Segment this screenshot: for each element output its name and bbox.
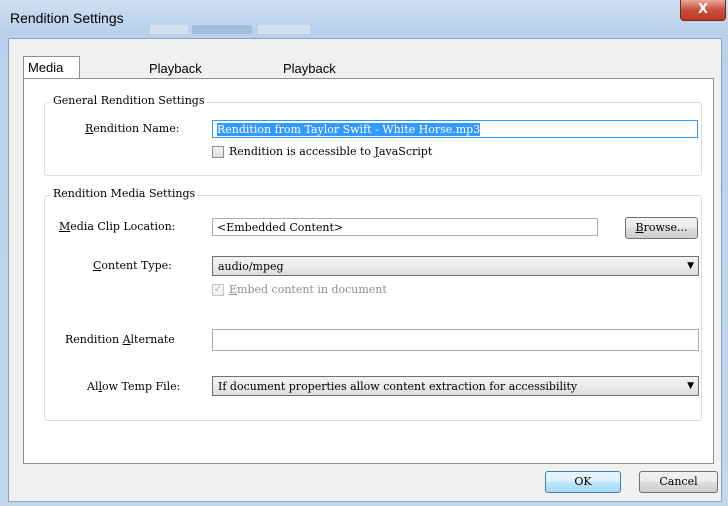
media-clip-location-label: Media Clip Location: [59,220,176,233]
rendition-name-input[interactable]: Rendition from Taylor Swift - White Hors… [212,120,698,138]
rendition-settings-window: Rendition Settings X Media Settings Play… [0,0,728,506]
embed-content-label: Embed content in document [229,283,387,296]
title-bar[interactable]: Rendition Settings X [0,0,728,38]
ok-button[interactable]: OK [545,471,621,493]
background-blur [258,25,310,34]
dialog-client: Media Settings Playback Settings Playbac… [8,38,722,502]
general-rendition-group: General Rendition Settings Rendition Nam… [44,94,702,176]
javascript-accessible-label[interactable]: Rendition is accessible to JavaScript [229,145,432,158]
chevron-down-icon: ▼ [687,381,694,391]
window-title: Rendition Settings [10,10,124,26]
close-button[interactable]: X [680,0,726,21]
group-label: Rendition Media Settings [51,187,198,200]
tab-playback-settings[interactable]: Playback Settings [145,59,206,95]
content-type-select[interactable]: audio/mpeg ▼ [212,256,699,276]
media-settings-panel: General Rendition Settings Rendition Nam… [23,78,714,464]
close-icon: X [697,2,709,17]
background-blur [150,25,188,34]
content-type-label: Content Type: [93,259,172,272]
allow-temp-file-label: Allow Temp File: [87,380,181,393]
rendition-media-group: Rendition Media Settings Media Clip Loca… [44,187,702,421]
tab-media-settings[interactable]: Media Settings [23,56,80,97]
tab-playback-location[interactable]: Playback Location [279,59,340,95]
group-label: General Rendition Settings [51,94,207,107]
javascript-accessible-checkbox[interactable] [212,146,224,158]
rendition-name-label: Rendition Name: [85,122,180,135]
browse-button[interactable]: Browse... [625,217,698,239]
embed-content-checkbox: ✓ [212,284,224,296]
rendition-alternate-input[interactable] [212,329,699,351]
background-blur [192,25,252,34]
allow-temp-file-select[interactable]: If document properties allow content ext… [212,376,699,396]
cancel-button[interactable]: Cancel [639,471,718,493]
rendition-alternate-label: Rendition Alternate [65,333,175,346]
chevron-down-icon: ▼ [687,261,694,271]
media-clip-location-input[interactable]: <Embedded Content> [212,218,598,236]
